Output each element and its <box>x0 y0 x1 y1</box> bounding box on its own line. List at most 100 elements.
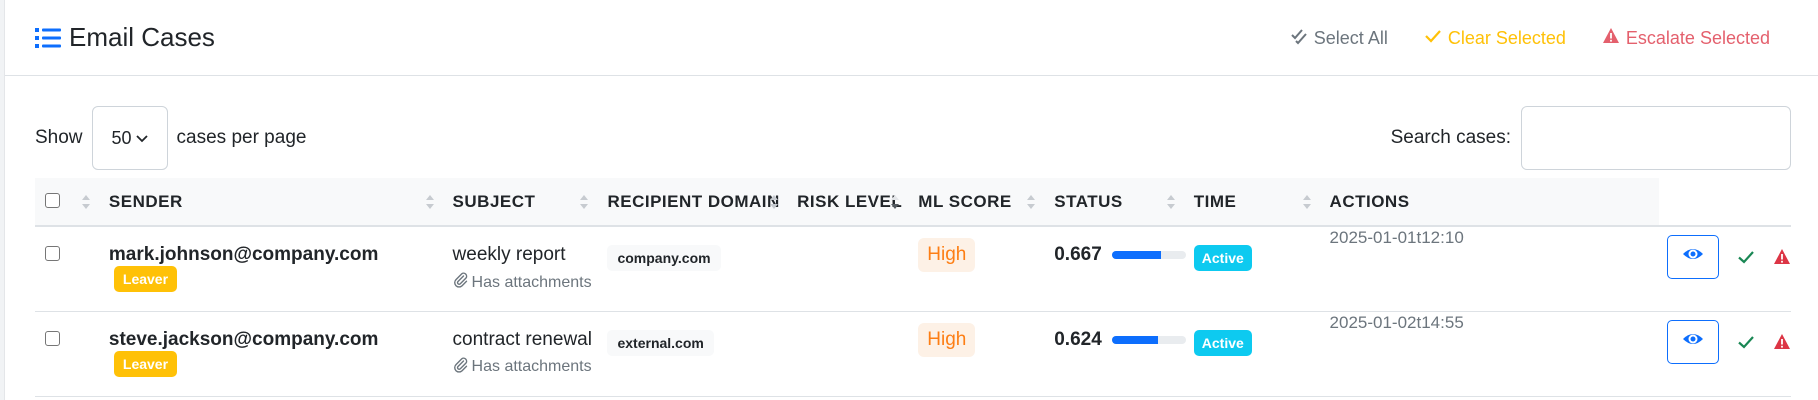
escalate-selected-label: Escalate Selected <box>1625 27 1770 48</box>
sort-icon <box>1302 193 1312 211</box>
sort-icon[interactable] <box>81 193 91 211</box>
domain-badge: company.com <box>607 245 721 271</box>
card-header: Email Cases Select All Clear Selected Es… <box>5 0 1818 76</box>
escalate-selected-button[interactable]: Escalate Selected <box>1602 27 1770 50</box>
ml-score-bar <box>1111 335 1186 344</box>
domain-badge: external.com <box>607 329 714 356</box>
row-checkbox[interactable] <box>45 330 60 346</box>
approve-button[interactable] <box>1737 248 1755 266</box>
sender-cell: steve.jackson@company.comLeaver <box>101 311 445 396</box>
check-double-icon <box>1290 27 1308 50</box>
sender-cell: mark.johnson@company.comLeaver <box>101 226 445 311</box>
risk-badge: High <box>918 322 976 357</box>
risk-badge: High <box>918 238 976 272</box>
column-ml-score-label: ML SCORE <box>918 191 1012 211</box>
time-cell: 2025-01-02t14:55 <box>1329 312 1464 332</box>
chevron-down-icon <box>135 128 148 149</box>
attachment-note: Has attachments <box>453 272 600 293</box>
header-checkbox[interactable] <box>45 192 60 208</box>
sort-icon <box>579 193 589 211</box>
column-risk-level-label: RISK LEVEL <box>797 191 903 211</box>
column-recipient-domain[interactable]: RECIPIENT DOMAIN <box>599 178 789 226</box>
sort-desc-icon <box>890 193 900 211</box>
attachment-label: Has attachments <box>471 358 592 375</box>
row-checkbox[interactable] <box>45 246 60 261</box>
approve-button[interactable] <box>1737 333 1755 351</box>
table-row[interactable]: mark.johnson@company.comLeaver weekly re… <box>35 226 1791 311</box>
leaver-badge: Leaver <box>113 350 178 377</box>
sort-icon <box>425 193 435 211</box>
sort-icon <box>1166 193 1176 211</box>
attachment-note: Has attachments <box>453 357 600 378</box>
column-time[interactable]: TIME <box>1186 178 1322 226</box>
email-cases-card: Email Cases Select All Clear Selected Es… <box>4 0 1818 400</box>
view-button[interactable] <box>1667 319 1719 364</box>
attachment-label: Has attachments <box>471 273 592 291</box>
row-actions <box>1667 319 1791 364</box>
status-badge: Active <box>1193 329 1252 356</box>
subject-cell: weekly report Has attachments <box>445 226 600 311</box>
view-button[interactable] <box>1667 235 1719 279</box>
column-time-label: TIME <box>1193 191 1237 211</box>
table-controls: Show 50 cases per page Search cases: <box>35 106 1791 170</box>
per-page-select[interactable]: 50 <box>91 106 168 170</box>
column-subject[interactable]: SUBJECT <box>445 178 600 226</box>
time-cell: 2025-01-01t12:10 <box>1329 228 1464 247</box>
table-header-row: SENDER SUBJECT RECIPIENT DOMAIN RISK LEV… <box>35 178 1791 226</box>
page-title: Email Cases <box>69 22 215 52</box>
paperclip-icon <box>453 272 469 293</box>
show-label: Show <box>35 127 83 148</box>
column-actions-label: ACTIONS <box>1329 191 1410 211</box>
ml-score-cell: 0.624 <box>1046 311 1186 396</box>
sort-icon <box>769 193 779 211</box>
status-badge: Active <box>1193 245 1252 271</box>
risk-level-cell: High <box>910 311 1046 396</box>
sort-icon <box>1026 193 1036 211</box>
column-sender-label: SENDER <box>108 191 183 211</box>
ml-score-display: 0.667 <box>1054 244 1186 266</box>
column-sender[interactable]: SENDER <box>101 178 445 226</box>
ml-score-display: 0.624 <box>1054 329 1186 351</box>
column-ml-score[interactable]: ML SCORE <box>910 178 1046 226</box>
escalate-button[interactable] <box>1773 333 1791 351</box>
column-recipient-domain-label: RECIPIENT DOMAIN <box>607 191 780 211</box>
page-length-control: Show 50 cases per page <box>35 106 306 170</box>
eye-icon <box>1682 328 1704 356</box>
clear-selected-button[interactable]: Clear Selected <box>1424 27 1566 50</box>
column-subject-label: SUBJECT <box>452 191 536 211</box>
select-all-label: Select All <box>1313 27 1388 48</box>
ml-score-value: 0.624 <box>1054 328 1102 350</box>
search-label: Search cases: <box>1390 127 1511 148</box>
per-page-value: 50 <box>111 127 132 148</box>
sender-email: mark.johnson@company.com <box>108 244 379 265</box>
ml-score-fill <box>1111 251 1162 259</box>
actions-cell <box>1659 226 1791 311</box>
column-risk-level[interactable]: RISK LEVEL <box>789 178 910 226</box>
actions-cell <box>1659 311 1791 396</box>
ml-score-fill <box>1111 335 1158 344</box>
cases-table: SENDER SUBJECT RECIPIENT DOMAIN RISK LEV… <box>35 178 1791 397</box>
list-icon <box>35 27 61 49</box>
status-cell: Active <box>1186 311 1322 396</box>
select-all-button[interactable]: Select All <box>1290 27 1388 50</box>
ml-score-value: 0.667 <box>1054 244 1102 265</box>
status-cell: Active <box>1186 226 1322 311</box>
leaver-badge: Leaver <box>113 266 178 292</box>
clear-selected-label: Clear Selected <box>1447 27 1566 48</box>
select-all-header <box>35 178 101 226</box>
per-page-suffix: cases per page <box>176 127 307 148</box>
ml-score-bar <box>1111 251 1186 259</box>
warning-triangle-icon <box>1602 27 1620 50</box>
recipient-domain-cell: company.com <box>599 226 910 311</box>
column-status[interactable]: STATUS <box>1046 178 1186 226</box>
eye-icon <box>1682 243 1704 271</box>
search-input[interactable] <box>1521 106 1791 170</box>
subject-text: weekly report <box>452 244 566 265</box>
check-icon <box>1424 27 1442 50</box>
ml-score-cell: 0.667 <box>1046 226 1186 311</box>
table-row[interactable]: steve.jackson@company.comLeaver contract… <box>35 311 1791 396</box>
search-control: Search cases: <box>1391 106 1791 170</box>
paperclip-icon <box>453 357 469 378</box>
sender-email: steve.jackson@company.com <box>108 328 379 350</box>
escalate-button[interactable] <box>1773 248 1791 266</box>
